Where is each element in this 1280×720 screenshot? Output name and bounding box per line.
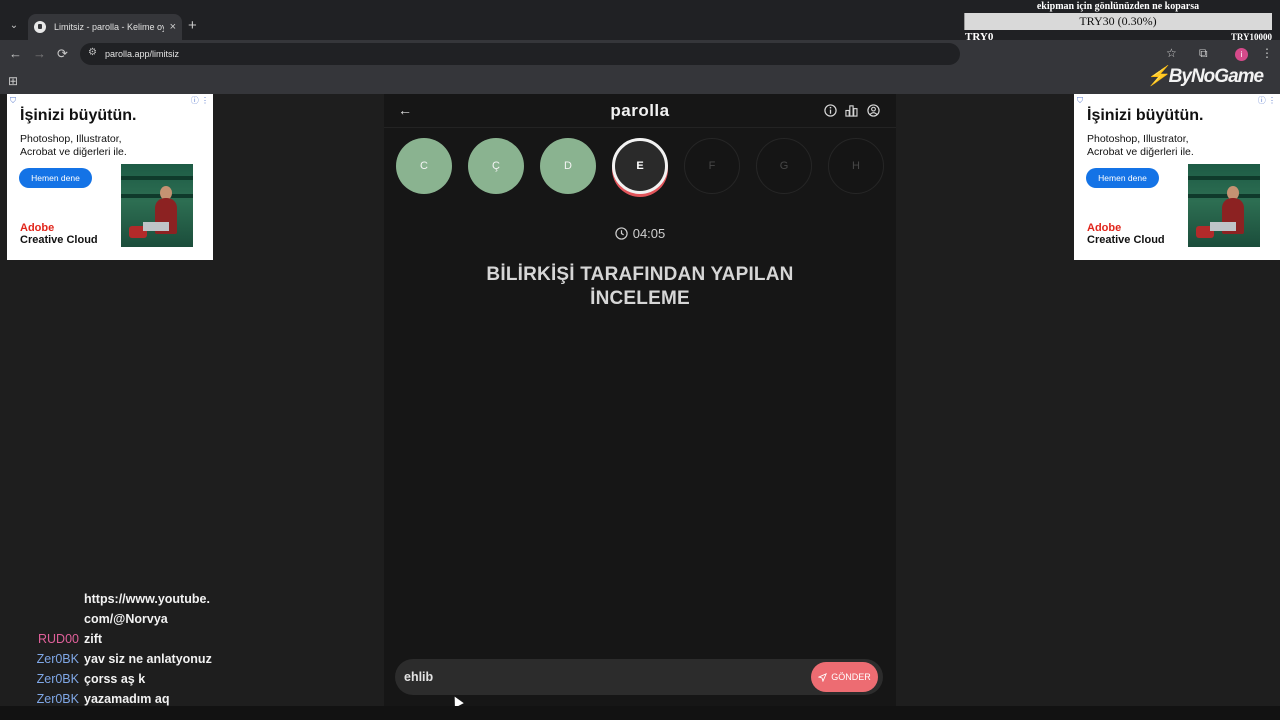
bookmark-star-icon[interactable]: ☆ bbox=[1166, 46, 1177, 60]
chat-message: com/@Norvya bbox=[0, 612, 214, 632]
send-button-label: GÖNDER bbox=[831, 672, 871, 682]
letter-circle-c: C bbox=[396, 138, 452, 194]
ad-photo bbox=[121, 164, 193, 247]
chat-text: yav siz ne anlatyonuz bbox=[84, 652, 212, 666]
left-ad-banner[interactable]: ⛉ ⓘ ⋮ İşinizi büyütün. Photoshop, Illust… bbox=[7, 94, 213, 260]
new-tab-button[interactable]: + bbox=[188, 17, 197, 34]
letter-circle-g: G bbox=[756, 138, 812, 194]
bynogame-text: ByNoGame bbox=[1168, 66, 1264, 87]
browser-tab[interactable]: Limitsiz - parolla - Kelime oyunu × bbox=[28, 14, 182, 40]
letter-circle-ç: Ç bbox=[468, 138, 524, 194]
letter-circle-f: F bbox=[684, 138, 740, 194]
address-url[interactable]: parolla.app/limitsiz bbox=[105, 49, 179, 59]
chat-username: Zer0BK bbox=[36, 652, 79, 666]
ad-text: Photoshop, Illustrator, Acrobat ve diğer… bbox=[20, 133, 127, 158]
extensions-icon[interactable]: ⧉ bbox=[1199, 46, 1208, 61]
ad-info-icon[interactable]: ⓘ ⋮ bbox=[191, 95, 209, 106]
bottom-strip bbox=[0, 706, 1280, 720]
game-header: ← parolla bbox=[384, 94, 896, 128]
letter-circle-d: D bbox=[540, 138, 596, 194]
site-settings-icon[interactable]: ⚙ bbox=[88, 47, 97, 58]
chat-username: Zer0BK bbox=[36, 692, 79, 706]
ad-choices-icon[interactable]: ⛉ bbox=[10, 96, 16, 106]
chat-text: com/@Norvya bbox=[84, 612, 168, 626]
donation-amount: TRY30 (0.30%) bbox=[1079, 14, 1157, 28]
ad-cta-button[interactable]: Hemen dene bbox=[1086, 168, 1159, 188]
bynogame-mark-icon: ⚡ bbox=[1146, 66, 1170, 87]
right-ad-banner[interactable]: ⛉ ⓘ ⋮ İşinizi büyütün. Photoshop, Illust… bbox=[1074, 94, 1280, 260]
browser-menu-icon[interactable]: ⋮ bbox=[1261, 46, 1273, 60]
donation-max: TRY10000 bbox=[1230, 32, 1272, 42]
question-text: BİLİRKİŞİ TARAFINDAN YAPILAN İNCELEME bbox=[486, 264, 794, 309]
ad-brand-line2: Creative Cloud bbox=[1087, 234, 1165, 246]
ad-brand: Adobe Creative Cloud bbox=[20, 222, 98, 246]
ad-photo bbox=[1188, 164, 1260, 247]
chat-message: RUD00 zift bbox=[0, 632, 214, 652]
tab-title: Limitsiz - parolla - Kelime oyunu bbox=[54, 22, 164, 32]
bynogame-logo: ⚡ByNoGame bbox=[1146, 64, 1264, 88]
donation-title: ekipman için gönlünüzden ne koparsa bbox=[1036, 1, 1200, 12]
tab-search-chevron-icon[interactable]: ⌄ bbox=[6, 17, 22, 33]
chat-username: RUD00 bbox=[38, 632, 79, 646]
chat-message: Zer0BK yav siz ne anlatyonuz bbox=[0, 652, 214, 672]
ad-brand-line2: Creative Cloud bbox=[20, 234, 98, 246]
forward-arrow-icon[interactable]: → bbox=[33, 46, 46, 61]
parolla-game: ← parolla CÇDEFGH 04:05 BİLİRKİŞİ TARAFI… bbox=[384, 94, 896, 706]
donation-progress-bar: TRY30 (0.30%) bbox=[964, 13, 1272, 30]
chat-text: çorss aş k bbox=[84, 672, 146, 686]
ad-brand-line1: Adobe bbox=[20, 222, 55, 234]
letter-circle-h: H bbox=[828, 138, 884, 194]
back-arrow-icon[interactable]: ← bbox=[9, 46, 22, 61]
donation-min: TRY0 bbox=[965, 31, 994, 43]
profile-avatar[interactable]: i bbox=[1235, 48, 1248, 61]
reload-icon[interactable]: ⟳ bbox=[57, 46, 68, 62]
ad-cta-button[interactable]: Hemen dene bbox=[19, 168, 92, 188]
timer-value: 04:05 bbox=[632, 226, 666, 241]
parolla-favicon-icon bbox=[34, 21, 46, 33]
info-icon[interactable] bbox=[824, 104, 837, 117]
apps-grid-icon[interactable]: ⊞ bbox=[8, 74, 18, 88]
chat-username: Zer0BK bbox=[36, 672, 79, 686]
answer-box: GÖNDER bbox=[395, 659, 883, 695]
game-logo: parolla bbox=[610, 101, 670, 120]
address-bar[interactable]: ⚙ parolla.app/limitsiz bbox=[80, 43, 960, 65]
ad-heading: İşinizi büyütün. bbox=[1087, 107, 1204, 124]
browser-toolbar: ← → ⟳ ⚙ parolla.app/limitsiz ☆ ⧉ i ⋮ bbox=[0, 40, 1280, 68]
chat-text: zift bbox=[84, 632, 103, 646]
ad-text: Photoshop, Illustrator, Acrobat ve diğer… bbox=[1087, 133, 1194, 158]
send-arrow-icon bbox=[818, 672, 828, 682]
answer-input[interactable] bbox=[404, 668, 804, 686]
tab-close-icon[interactable]: × bbox=[170, 21, 176, 33]
chat-message: https://www.youtube. bbox=[0, 592, 214, 612]
chat-text: https://www.youtube. bbox=[84, 592, 210, 606]
donation-goal-overlay: ekipman için gönlünüzden ne koparsa TRY3… bbox=[964, 0, 1272, 44]
ad-brand-line1: Adobe bbox=[1087, 222, 1122, 234]
stats-icon[interactable] bbox=[845, 104, 858, 117]
ad-info-icon[interactable]: ⓘ ⋮ bbox=[1258, 95, 1276, 106]
ad-choices-icon[interactable]: ⛉ bbox=[1077, 96, 1083, 106]
send-button[interactable]: GÖNDER bbox=[811, 662, 878, 692]
bookmarks-bar: ⊞ bbox=[0, 68, 1280, 94]
countdown-timer: 04:05 bbox=[384, 226, 896, 241]
clock-icon bbox=[615, 227, 628, 240]
ad-heading: İşinizi büyütün. bbox=[20, 107, 137, 124]
chat-message: Zer0BK çorss aş k bbox=[0, 672, 214, 692]
letter-circle-e: E bbox=[612, 138, 668, 194]
user-profile-icon[interactable] bbox=[867, 104, 880, 117]
chat-text: yazamadım aq bbox=[84, 692, 170, 706]
ad-brand: Adobe Creative Cloud bbox=[1087, 222, 1165, 246]
